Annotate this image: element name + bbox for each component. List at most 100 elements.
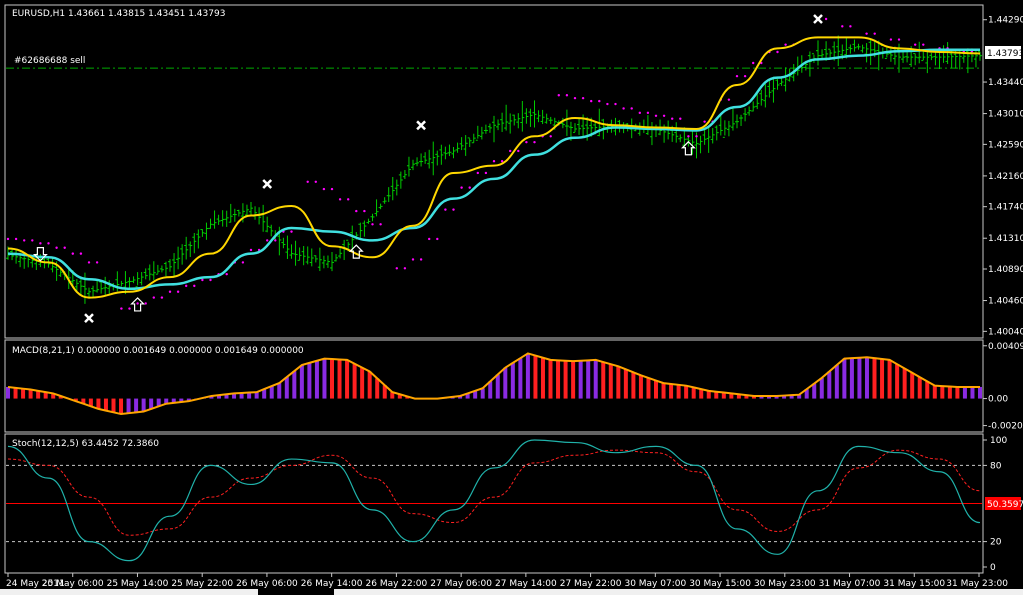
psar-dot [598,99,601,103]
macd-y-tick-label: 0.004095 [988,342,1023,352]
psar-dot [290,230,293,233]
psar-dot [55,246,58,249]
price-y-tick-label: 1.44290 [988,16,1023,26]
psar-dot [873,32,876,35]
psar-dot [428,237,431,241]
psar-dot [355,209,358,213]
psar-dot [922,43,925,46]
psar-dot [622,107,625,110]
psar-dot [525,140,528,144]
psar-dot [71,252,75,255]
stoch-header: Stoch(12,12,5) 63.4452 72.3860 [12,439,159,449]
mt4-chart-window[interactable]: 1.44290 1.43440 1.43010 1.42590 1.42160 1.417… [0,0,1023,595]
price-y-tick-label: 1.42590 [988,140,1023,150]
psar-dot [128,307,131,310]
psar-dot [379,223,382,226]
psar-dot [63,246,66,249]
psar-dot [152,296,155,299]
psar-dot [136,302,139,305]
price-y-tick-label: 1.41310 [988,234,1023,244]
psar-dot [509,149,512,153]
psar-dot [176,290,180,293]
psar-dot [468,186,471,189]
time-tick-label: 25 May 06:00 [42,579,104,589]
psar-dot [322,187,326,191]
psar-dot [646,111,650,115]
psar-dot [897,38,901,41]
psar-dot [687,135,690,138]
chart-tab-strip-left [0,589,258,595]
psar-dot [225,272,228,276]
psar-dot [606,102,609,106]
stoch-y-tick-label: 100 [990,436,1007,446]
psar-dot [95,261,99,264]
psar-dot [517,149,520,153]
psar-dot [419,258,423,261]
price-y-tick-label: 1.43010 [988,110,1023,120]
psar-dot [500,160,504,163]
psar-dot [581,96,585,100]
macd-y-tick-label: -0.002095 [988,422,1023,432]
psar-dot [533,140,536,144]
psar-dot [865,32,868,35]
psar-dot [306,180,309,183]
psar-dot [266,239,269,242]
psar-dot [743,74,747,78]
psar-dot [662,114,666,117]
psar-dot [573,96,577,100]
stoch-y-tick-label: 80 [990,461,1002,471]
order-label: #62686688 sell [14,56,85,66]
psar-dot [776,50,779,54]
psar-dot [590,99,593,103]
time-tick-label: 30 May 15:00 [689,579,751,589]
psar-dot [727,98,731,101]
psar-dot [638,111,641,115]
psar-dot [23,239,26,242]
psar-dot [476,171,479,175]
psar-dot [6,237,10,241]
psar-dot [654,114,658,117]
psar-dot [752,61,755,65]
time-tick-label: 31 May 15:00 [883,579,945,589]
time-tick-label: 31 May 07:00 [819,579,881,589]
psar-dot [889,38,893,41]
psar-dot [565,94,569,97]
price-y-tick-label: 1.40040 [988,327,1023,337]
psar-dot [735,74,739,78]
stoch-y-tick-label: 20 [990,538,1002,548]
psar-dot [841,25,844,28]
psar-dot [363,209,366,213]
psar-dot [557,94,560,97]
psar-dot [274,239,277,242]
psar-dot [614,102,617,106]
price-y-tick-label: 1.43440 [988,78,1023,88]
psar-dot [338,198,342,201]
time-tick-label: 31 May 23:00 [946,579,1008,589]
time-tick-label: 30 May 23:00 [754,579,816,589]
psar-dot [87,261,91,264]
psar-dot [241,261,245,264]
psar-dot [460,186,463,189]
psar-dot [695,135,698,138]
psar-dot [47,242,50,245]
psar-dot [347,198,350,201]
stoch-level-tag: 50.3597 [987,500,1023,510]
psar-dot [168,290,172,293]
price-y-tick-label: 1.40890 [988,265,1023,275]
stoch-y-tick-label: 0 [990,563,996,573]
psar-dot [452,208,455,211]
time-tick-label: 30 May 07:00 [624,579,686,589]
symbol-header: EURUSD,H1 1.43661 1.43815 1.43451 1.4379… [12,9,225,19]
time-tick-label: 27 May 22:00 [560,579,622,589]
psar-dot [209,278,212,282]
psar-dot [39,242,42,245]
psar-dot [371,223,374,226]
psar-dot [201,278,204,282]
psar-dot [144,302,147,305]
psar-dot [185,284,188,288]
psar-dot [444,208,447,211]
psar-dot [784,43,787,46]
macd-y-tick-label: 0.00 [988,395,1008,405]
macd-header: MACD(8,21,1) 0.000000 0.001649 0.000000 … [12,346,304,356]
psar-dot [314,180,317,183]
